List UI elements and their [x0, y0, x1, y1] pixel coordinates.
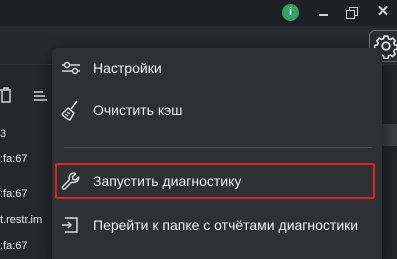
- list-item: :fa:67: [0, 240, 28, 252]
- minimize-icon: [319, 14, 328, 16]
- broom-icon: [61, 100, 78, 121]
- highlight-box: [55, 163, 375, 199]
- sliders-icon: [62, 61, 80, 75]
- menu-item-open-reports-folder[interactable]: Перейти к папке с отчётами диагностики: [52, 205, 382, 245]
- minimize-button[interactable]: [314, 3, 332, 21]
- info-badge[interactable]: i: [282, 4, 299, 21]
- menu-item-settings[interactable]: Настройки: [52, 48, 382, 88]
- menu-item-label: Настройки: [93, 60, 162, 76]
- restore-button[interactable]: [343, 3, 361, 21]
- settings-menu: Настройки Очистить кэш Запустить диагнос…: [52, 48, 382, 259]
- list-item: 3: [0, 128, 7, 140]
- menu-item-label: Перейти к папке с отчётами диагностики: [93, 217, 359, 233]
- menu-divider: [64, 147, 372, 148]
- list-item: t.restr.im: [0, 214, 43, 226]
- sort-icon[interactable]: [33, 90, 49, 104]
- folder-open-icon: [62, 217, 78, 233]
- menu-item-clear-cache[interactable]: Очистить кэш: [52, 90, 382, 130]
- list-item: :fa:67: [0, 153, 28, 165]
- title-bar: [0, 0, 397, 26]
- list-item: :fa:67: [0, 188, 28, 200]
- menu-item-label: Очистить кэш: [93, 102, 183, 118]
- close-button[interactable]: ✕: [374, 3, 392, 21]
- trash-icon[interactable]: [0, 86, 12, 104]
